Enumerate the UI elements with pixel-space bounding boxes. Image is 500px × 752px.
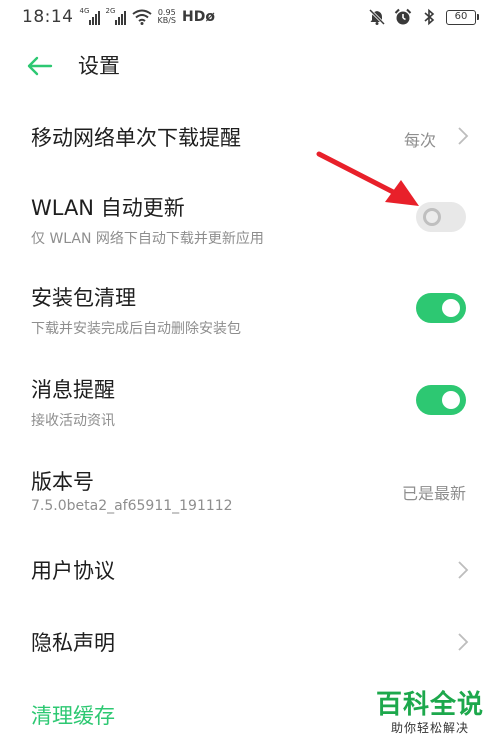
sim2-label: 2G <box>105 7 116 15</box>
toggle-knob <box>423 208 441 226</box>
setting-value: 每次 <box>403 131 436 150</box>
setting-subtitle: 接收活动资讯 <box>31 413 115 429</box>
setting-subtitle: 仅 WLAN 网络下自动下载并更新应用 <box>31 231 264 247</box>
watermark-sub-text: 助你轻松解决 <box>390 721 469 735</box>
chevron-right-icon <box>458 127 469 145</box>
sim1-label: 4G <box>79 7 90 15</box>
back-arrow-icon[interactable] <box>26 52 54 80</box>
sim1-signal-icon: 4G <box>79 7 100 25</box>
chevron-right-icon <box>458 633 469 651</box>
chevron-right-icon <box>458 561 469 579</box>
page-title: 设置 <box>78 54 120 78</box>
toggle-knob <box>442 299 460 317</box>
setting-user-agreement[interactable]: 用户协议 <box>0 550 500 590</box>
wifi-icon <box>131 9 152 25</box>
battery-icon: 60 <box>446 9 479 25</box>
setting-subtitle: 下载并安装完成后自动删除安装包 <box>31 321 241 337</box>
setting-title: 安装包清理 <box>31 286 136 310</box>
app-header: 设置 <box>0 40 500 92</box>
setting-mobile-download-reminder[interactable]: 移动网络单次下载提醒 每次 <box>0 108 500 164</box>
setting-title: 隐私声明 <box>31 631 115 655</box>
setting-wlan-auto-update[interactable]: WLAN 自动更新 仅 WLAN 网络下自动下载并更新应用 <box>0 186 500 254</box>
setting-title: 版本号 <box>31 470 94 494</box>
setting-title: WLAN 自动更新 <box>31 196 185 220</box>
bluetooth-icon <box>424 8 435 26</box>
setting-privacy-statement[interactable]: 隐私声明 <box>0 622 500 662</box>
setting-title: 消息提醒 <box>31 378 115 402</box>
mute-icon <box>368 8 386 26</box>
version-number: 7.5.0beta2_af65911_191112 <box>31 498 233 514</box>
version-status: 已是最新 <box>401 484 466 503</box>
watermark-logo: 百科全说 助你轻松解决 <box>374 690 486 736</box>
setting-message-reminder[interactable]: 消息提醒 接收活动资讯 <box>0 370 500 438</box>
status-bar-left: 18:14 4G 2G 0.95 KB/S HDø <box>22 6 215 28</box>
status-time: 18:14 <box>22 7 74 27</box>
network-speed: 0.95 KB/S <box>158 9 177 25</box>
clear-cache-button[interactable]: 清理缓存 <box>31 700 115 730</box>
watermark-main-text: 百科全说 <box>375 690 484 720</box>
package-cleanup-toggle[interactable] <box>416 293 466 323</box>
setting-version[interactable]: 版本号 7.5.0beta2_af65911_191112 已是最新 <box>0 462 500 530</box>
annotation-arrow-icon <box>316 151 419 206</box>
network-speed-unit: KB/S <box>157 16 177 25</box>
sim2-signal-icon: 2G <box>105 7 126 25</box>
status-bar: 18:14 4G 2G 0.95 KB/S HDø 60 <box>0 0 500 34</box>
setting-title: 移动网络单次下载提醒 <box>31 126 241 150</box>
status-bar-right: 60 <box>368 6 479 28</box>
message-reminder-toggle[interactable] <box>416 385 466 415</box>
hd-indicator: HDø <box>182 9 215 25</box>
toggle-knob <box>442 391 460 409</box>
setting-title: 用户协议 <box>31 559 115 583</box>
setting-package-cleanup[interactable]: 安装包清理 下载并安装完成后自动删除安装包 <box>0 278 500 346</box>
alarm-icon <box>394 8 412 25</box>
